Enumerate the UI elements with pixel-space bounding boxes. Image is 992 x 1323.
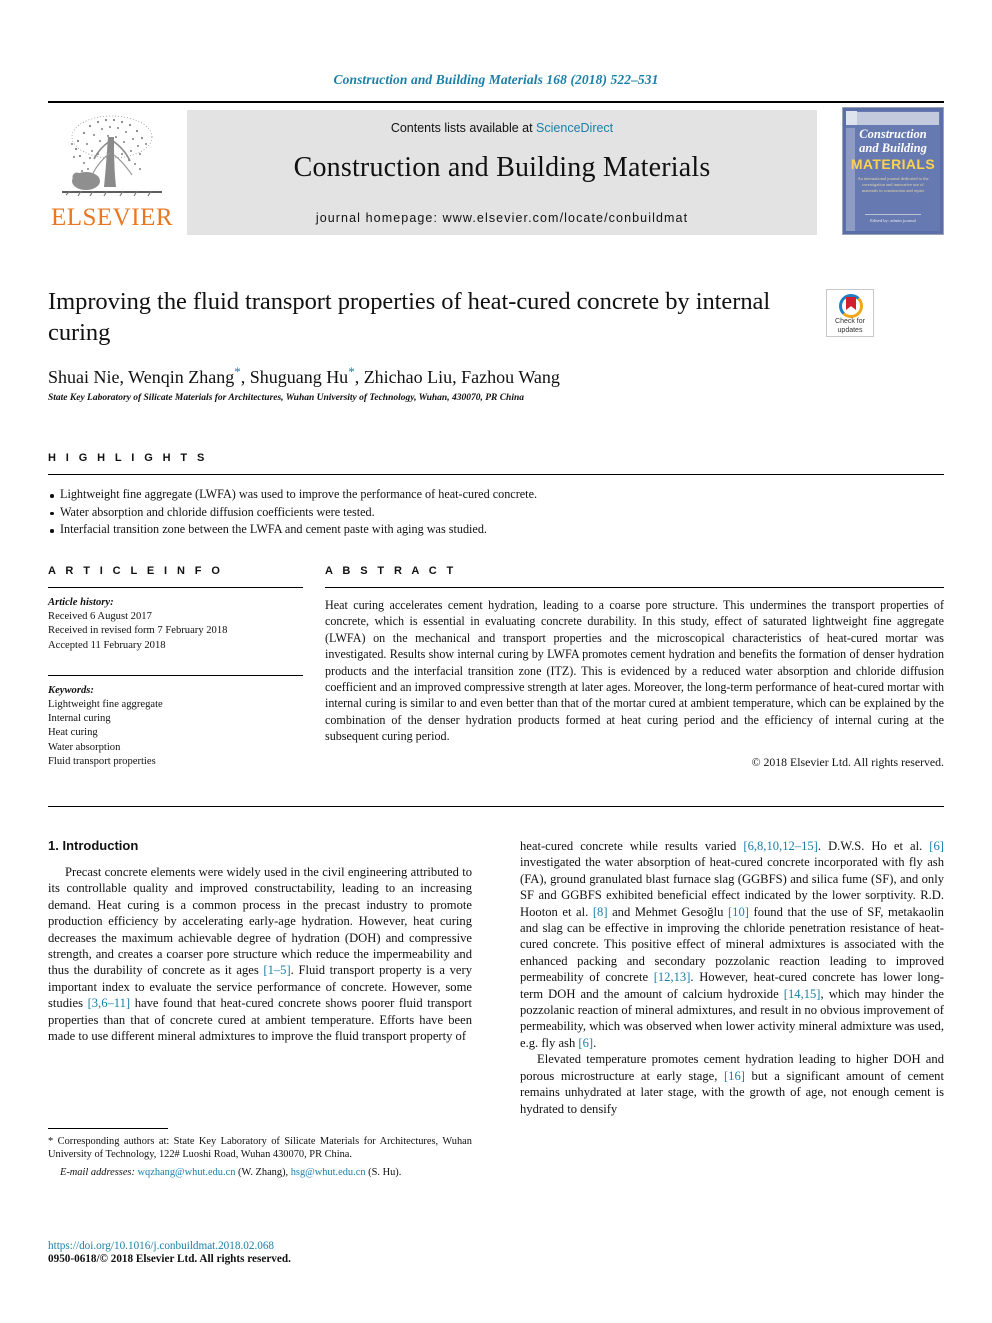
citation-ref[interactable]: [6] [929, 839, 944, 853]
crossmark-label: Check for updates [835, 318, 865, 334]
citation-ref[interactable]: [6] [578, 1036, 593, 1050]
citation-ref[interactable]: [3,6–11] [88, 996, 131, 1010]
corresponding-author-marker: * [348, 364, 355, 379]
section-heading-introduction: 1. Introduction [48, 838, 139, 853]
citation-ref[interactable]: [12,13] [654, 970, 691, 984]
article-info-heading: A R T I C L E I N F O [48, 565, 224, 577]
page-title: Improving the fluid transport properties… [48, 288, 771, 346]
history-received: Received 6 August 2017 [48, 611, 152, 623]
abstract-text: Heat curing accelerates cement hydration… [325, 598, 944, 744]
abstract-section: A B S T R A C T Heat curing accelerates … [325, 565, 944, 770]
paragraph-text: . [593, 1035, 597, 1050]
citation-ref[interactable]: [8] [593, 905, 608, 919]
list-item: Lightweight fine aggregate (LWFA) was us… [48, 486, 944, 504]
citation-ref[interactable]: [16] [724, 1069, 745, 1083]
paragraph-text: Precast concrete elements were widely us… [48, 865, 472, 978]
journal-title: Construction and Building Materials [293, 152, 711, 183]
keyword: Internal curing [48, 713, 111, 725]
divider [325, 587, 944, 588]
article-history-label: Article history: [48, 597, 114, 608]
keyword: Lightweight fine aggregate [48, 699, 163, 711]
divider [48, 474, 944, 475]
history-revised: Received in revised form 7 February 2018 [48, 625, 228, 637]
abstract-copyright: © 2018 Elsevier Ltd. All rights reserved… [751, 754, 944, 769]
title-block: Improving the fluid transport properties… [48, 286, 818, 403]
elsevier-logo: ELSEVIER [48, 109, 176, 235]
email-link-zhang[interactable]: wqzhang@whut.edu.cn [138, 1167, 236, 1178]
list-item: Water absorption and chloride diffusion … [48, 504, 944, 522]
journal-masthead: ELSEVIER Contents lists available at Sci… [48, 101, 944, 235]
paragraph-text: heat-cured concrete while results varied [520, 839, 744, 853]
highlights-heading: H I G H L I G H T S [48, 452, 208, 464]
sciencedirect-link[interactable]: ScienceDirect [536, 121, 613, 135]
corresponding-author-marker: * [234, 364, 241, 379]
elsevier-tree-icon [62, 115, 162, 197]
divider [48, 1128, 168, 1129]
elsevier-wordmark: ELSEVIER [50, 204, 174, 231]
body-paragraph: Precast concrete elements were widely us… [48, 864, 472, 1044]
cover-blurb: An international journal dedicated to th… [857, 176, 929, 193]
paragraph-text: . D.W.S. Ho et al. [817, 839, 930, 853]
email-note: E-mail addresses: wqzhang@whut.edu.cn (W… [48, 1166, 472, 1179]
running-head: Construction and Building Materials 168 … [333, 72, 659, 87]
article-history: Article history: Received 6 August 2017 … [48, 596, 303, 653]
paper-page: Construction and Building Materials 168 … [0, 0, 992, 1323]
email-owner-hu: (S. Hu). [365, 1166, 402, 1178]
body-column-left: 1. Introduction Precast concrete element… [48, 838, 472, 1044]
body-paragraph: Elevated temperature promotes cement hyd… [520, 1051, 944, 1117]
article-info-section: A R T I C L E I N F O Article history: R… [48, 565, 303, 769]
keywords-block: Keywords: Lightweight fine aggregate Int… [48, 684, 303, 769]
body-paragraph: heat-cured concrete while results varied… [520, 838, 944, 1051]
cover-footer: Edited by: admin journal [870, 218, 916, 223]
keywords-label: Keywords: [48, 684, 94, 696]
highlights-section: H I G H L I G H T S Lightweight fine agg… [48, 452, 944, 539]
doi-link[interactable]: https://doi.org/10.1016/j.conbuildmat.20… [48, 1240, 472, 1252]
divider [48, 587, 303, 588]
journal-homepage-link[interactable]: journal homepage: www.elsevier.com/locat… [187, 211, 817, 225]
email-label: E-mail addresses: [60, 1166, 135, 1178]
contents-prefix: Contents lists available at [390, 121, 537, 135]
abstract-heading: A B S T R A C T [325, 565, 457, 577]
citation-ref[interactable]: [10] [728, 905, 749, 919]
contents-available-line: Contents lists available at ScienceDirec… [187, 121, 817, 135]
citation-ref[interactable]: [6,8,10,12–15] [743, 839, 818, 853]
journal-cover-image: Construction and Building MATERIALS An in… [842, 107, 944, 235]
doi-block: https://doi.org/10.1016/j.conbuildmat.20… [48, 1240, 472, 1265]
email-link-hu[interactable]: hsg@whut.edu.cn [291, 1167, 366, 1178]
cover-title-line3: MATERIALS [850, 156, 936, 172]
email-owner-zhang: (W. Zhang), [235, 1166, 291, 1178]
body-column-right: heat-cured concrete while results varied… [520, 838, 944, 1117]
keyword: Fluid transport properties [48, 755, 156, 767]
paragraph-text: and Mehmet Gesoğlu [607, 904, 728, 919]
history-accepted: Accepted 11 February 2018 [48, 639, 166, 651]
affiliation: State Key Laboratory of Silicate Materia… [48, 393, 525, 403]
cover-title-line1: Construction and Building [859, 127, 927, 155]
journal-band: Contents lists available at ScienceDirec… [187, 110, 817, 235]
citation-ref[interactable]: [14,15] [784, 987, 821, 1001]
highlights-list: Lightweight fine aggregate (LWFA) was us… [48, 486, 944, 539]
cover-elsevier-mark [846, 111, 857, 125]
footnotes-section: * Corresponding authors at: State Key La… [48, 1128, 472, 1179]
divider [48, 806, 944, 807]
keyword: Heat curing [48, 727, 98, 739]
keyword: Water absorption [48, 741, 121, 753]
issn-copyright: 0950-0618/© 2018 Elsevier Ltd. All right… [48, 1253, 291, 1265]
list-item: Interfacial transition zone between the … [48, 521, 944, 539]
author-list: Shuai Nie, Wenqin Zhang*, Shuguang Hu*, … [48, 364, 560, 387]
corresponding-author-note: * Corresponding authors at: State Key La… [48, 1136, 472, 1161]
crossmark-badge[interactable]: Check for updates [826, 289, 874, 337]
divider [48, 674, 303, 676]
citation-ref[interactable]: [1–5] [263, 963, 290, 977]
